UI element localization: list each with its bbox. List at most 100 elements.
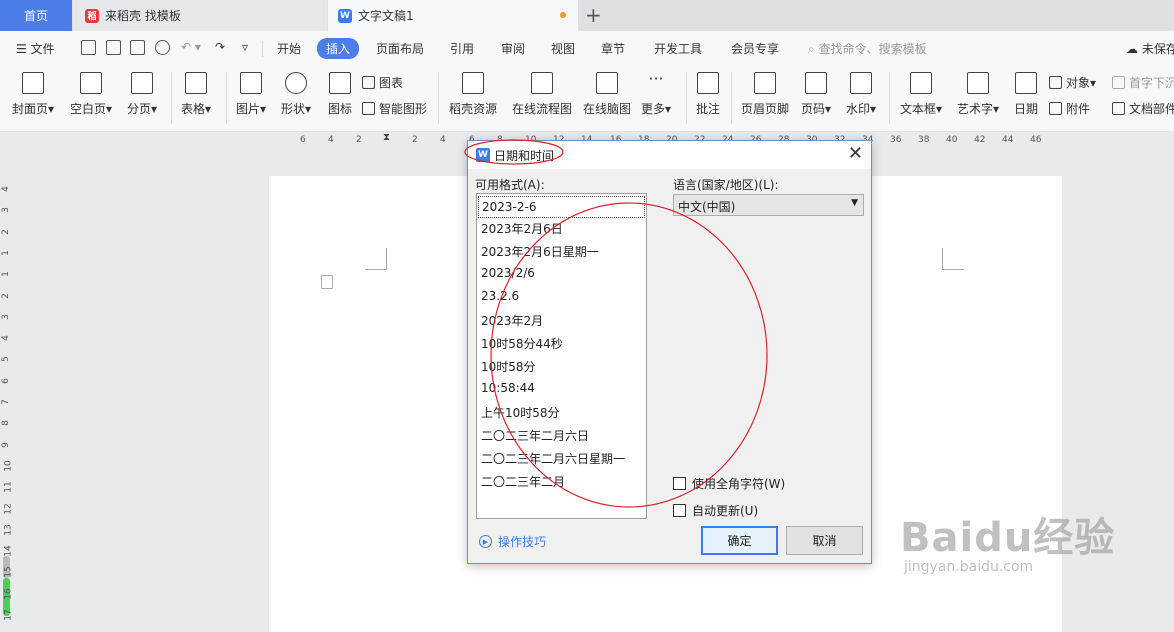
- doc-part-button[interactable]: 文档部件: [1112, 100, 1174, 117]
- language-select[interactable]: 中文(中国) ▼: [673, 194, 864, 216]
- menu-page-layout[interactable]: 页面布局: [376, 40, 424, 57]
- attachment-button[interactable]: 附件: [1049, 100, 1090, 117]
- drop-cap-button[interactable]: 首字下沉: [1112, 74, 1174, 91]
- menu-insert[interactable]: 插入: [317, 38, 360, 59]
- menu-references[interactable]: 引用: [450, 40, 474, 57]
- format-option[interactable]: 二〇二三年二月六日: [481, 427, 589, 444]
- more-button[interactable]: ··· 更多▾: [641, 71, 671, 117]
- vertical-ruler[interactable]: 4 3 2 1 1 2 3 4 5 6 7 8 9 10 11 12 13 14 15 16 17: [0, 148, 16, 632]
- header-footer-label: 页眉页脚: [741, 102, 790, 116]
- command-search-placeholder: 查找命令、搜索模板: [818, 42, 927, 56]
- tips-link[interactable]: ▶ 操作技巧: [479, 533, 546, 550]
- blank-page-button[interactable]: 空白页▾: [70, 72, 112, 117]
- insert-ribbon: 封面页▾ 空白页▾ 分页▾ 表格▾ 图片▾ 形状▾ 图标 图表 智能图形 稻壳资…: [0, 66, 1174, 132]
- online-mindmap-button[interactable]: 在线脑图: [583, 72, 631, 117]
- online-flowchart-label: 在线流程图: [512, 102, 573, 116]
- ruler-tick-label: 2: [412, 135, 418, 145]
- table-button[interactable]: 表格▾: [181, 72, 211, 117]
- format-option[interactable]: 二〇二三年二月: [481, 473, 565, 490]
- tab-home-label: 首页: [23, 9, 48, 23]
- format-option[interactable]: 2023-2-6: [478, 196, 645, 218]
- menu-home[interactable]: 开始: [277, 40, 301, 57]
- format-option[interactable]: 23.2.6: [481, 289, 519, 303]
- smart-art-button[interactable]: 智能图形: [362, 100, 427, 117]
- format-option[interactable]: 2023/2/6: [481, 266, 535, 280]
- daoke-resources-button[interactable]: 稻壳资源: [449, 72, 497, 117]
- comment-button[interactable]: 批注: [696, 72, 720, 117]
- menu-review[interactable]: 审阅: [501, 40, 525, 57]
- close-icon[interactable]: ✕: [848, 143, 863, 164]
- menu-member[interactable]: 会员专享: [731, 40, 779, 57]
- language-label: 语言(国家/地区)(L):: [673, 178, 779, 192]
- tab-bar: 首页 稻 来稻壳 找模板 W 文字文稿1 +: [0, 0, 1174, 31]
- print-preview-icon[interactable]: [155, 40, 170, 55]
- header-footer-button[interactable]: 页眉页脚: [741, 72, 789, 117]
- undo-icon[interactable]: ↶ ▾: [181, 40, 201, 54]
- ruler-tick-label: 13: [3, 524, 14, 536]
- save-icon[interactable]: [81, 40, 96, 55]
- autoupdate-checkbox-row[interactable]: 自动更新(U): [673, 502, 758, 519]
- ruler-tick-label: 2: [356, 135, 362, 145]
- format-option[interactable]: 上午10时58分: [481, 404, 560, 421]
- print-icon[interactable]: [130, 40, 145, 55]
- fullwidth-checkbox[interactable]: [673, 477, 686, 490]
- menu-view[interactable]: 视图: [551, 40, 575, 57]
- wordart-label: 艺术字: [957, 102, 994, 116]
- object-label: 对象: [1066, 76, 1091, 90]
- comment-icon: [697, 72, 719, 94]
- tab-document[interactable]: W 文字文稿1: [328, 0, 578, 31]
- dialog-titlebar[interactable]: W 日期和时间 ✕: [468, 141, 871, 169]
- format-option[interactable]: 2023年2月6日星期一: [481, 243, 599, 260]
- tab-home[interactable]: 首页: [0, 0, 72, 31]
- watermark-button[interactable]: 水印▾: [846, 72, 876, 117]
- new-tab-plus-icon[interactable]: +: [585, 3, 602, 27]
- baidu-jingyan-watermark: Baidu经验 jingyan.baidu.com: [900, 505, 1115, 575]
- wordart-icon: [967, 72, 990, 94]
- customize-toolbar-icon[interactable]: ▿: [242, 40, 248, 54]
- cover-page-button[interactable]: 封面页▾: [12, 72, 54, 117]
- file-menu[interactable]: ☰ 文件: [16, 40, 55, 57]
- fullwidth-checkbox-row[interactable]: 使用全角字符(W): [673, 475, 785, 492]
- formats-label: 可用格式(A):: [475, 178, 545, 192]
- picture-button[interactable]: 图片▾: [236, 72, 266, 117]
- ok-button[interactable]: 确定: [701, 526, 778, 555]
- menu-chapter[interactable]: 章节: [601, 40, 625, 57]
- format-option[interactable]: 2023年2月6日: [481, 220, 563, 237]
- wordart-button[interactable]: 艺术字▾: [957, 72, 999, 117]
- formats-listbox[interactable]: 2023-2-6 2023年2月6日 2023年2月6日星期一 2023/2/6 23.…: [476, 193, 647, 519]
- dialog-title: 日期和时间: [494, 149, 555, 163]
- format-option[interactable]: 10时58分: [481, 358, 536, 375]
- redo-icon[interactable]: ↷: [215, 40, 225, 54]
- online-flowchart-button[interactable]: 在线流程图: [512, 72, 572, 117]
- online-mindmap-label: 在线脑图: [583, 102, 632, 116]
- object-button[interactable]: 对象 ▾: [1049, 74, 1096, 91]
- ribbon-divider: [171, 72, 172, 124]
- language-select-value: 中文(中国): [678, 200, 736, 214]
- tab-document-label: 文字文稿1: [358, 9, 414, 23]
- tab-daoke[interactable]: 稻 来稻壳 找模板: [73, 0, 327, 31]
- indent-marker-icon[interactable]: ⧗: [383, 132, 390, 143]
- icon-button[interactable]: 图标: [328, 72, 352, 117]
- cancel-button[interactable]: 取消: [786, 526, 863, 555]
- shape-icon: [285, 72, 308, 94]
- paragraph-handle-icon[interactable]: [321, 275, 333, 289]
- ruler-tick-label: 46: [1030, 135, 1042, 145]
- date-button[interactable]: 日期: [1014, 72, 1038, 117]
- command-search[interactable]: ⌕ 查找命令、搜索模板: [808, 40, 927, 57]
- menu-developer[interactable]: 开发工具: [654, 40, 702, 57]
- format-option[interactable]: 2023年2月: [481, 312, 543, 329]
- export-icon[interactable]: [106, 40, 121, 55]
- page-break-button[interactable]: 分页▾: [127, 72, 157, 117]
- shape-button[interactable]: 形状▾: [281, 72, 311, 117]
- ruler-tick-label: 15: [3, 566, 14, 579]
- cloud-status[interactable]: ☁ 未保存: [1126, 40, 1174, 57]
- autoupdate-checkbox[interactable]: [673, 504, 686, 517]
- format-option[interactable]: 10:58:44: [481, 381, 535, 395]
- format-option[interactable]: 二〇二三年二月六日星期一: [481, 450, 625, 467]
- ruler-tick-label: 4: [0, 335, 11, 341]
- flowchart-icon: [531, 72, 553, 94]
- format-option[interactable]: 10时58分44秒: [481, 335, 563, 352]
- page-number-button[interactable]: 页码▾: [801, 72, 831, 117]
- textbox-button[interactable]: 文本框▾: [900, 72, 942, 117]
- chart-button[interactable]: 图表: [362, 74, 403, 91]
